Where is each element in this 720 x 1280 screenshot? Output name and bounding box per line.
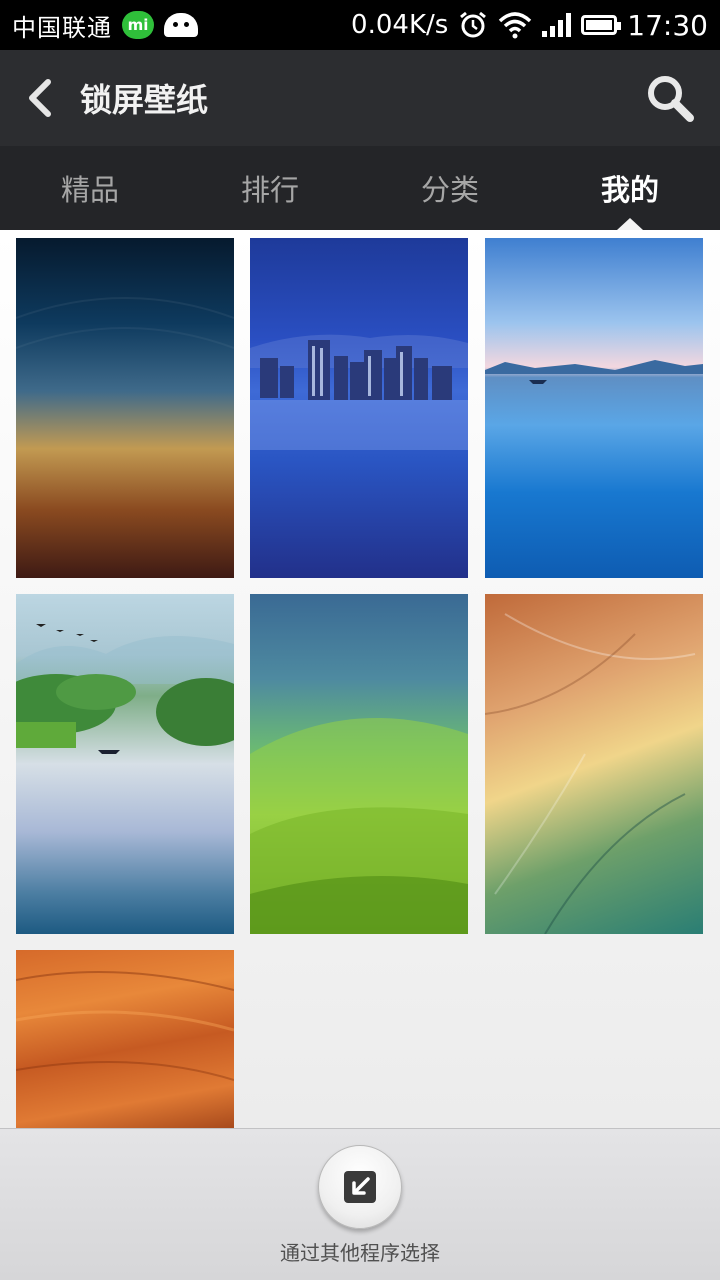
- status-left: 中国联通 mi: [12, 8, 198, 43]
- city-skyline-art: [250, 334, 468, 450]
- status-bar: 中国联通 mi 0.04K/s 17:30: [0, 0, 720, 50]
- search-icon: [648, 76, 694, 122]
- wallpaper-thumbnail[interactable]: [250, 594, 468, 934]
- wallpaper-thumbnail[interactable]: [485, 238, 703, 578]
- select-from-app-icon: [344, 1171, 376, 1203]
- tab-bar: 精品 排行 分类 我的: [0, 146, 720, 230]
- wood-grain-art: [16, 971, 234, 1081]
- signal-icon: [542, 13, 572, 37]
- wallpaper-thumbnail[interactable]: [16, 950, 234, 1128]
- net-speed: 0.04K/s: [351, 10, 449, 40]
- wallpaper-grid: [0, 230, 720, 1128]
- lake-boat-art: [485, 360, 703, 384]
- status-right: 0.04K/s 17:30: [351, 9, 708, 42]
- android-icon: [164, 13, 198, 37]
- feathers-art: [485, 613, 696, 934]
- battery-icon: [581, 15, 622, 35]
- mi-chat-icon: mi: [122, 11, 154, 39]
- misty-river-art: [16, 624, 234, 754]
- back-chevron-icon: [29, 79, 51, 117]
- green-hills-art: [250, 718, 468, 934]
- wallpaper-thumbnail[interactable]: [16, 238, 234, 578]
- clock: 17:30: [627, 8, 708, 42]
- back-button[interactable]: [0, 50, 80, 146]
- tab-category[interactable]: 分类: [360, 146, 540, 230]
- tab-featured[interactable]: 精品: [0, 146, 180, 230]
- select-from-other-app-label: 通过其他程序选择: [280, 1241, 440, 1265]
- tab-ranking[interactable]: 排行: [180, 146, 360, 230]
- wallpaper-thumbnail[interactable]: [16, 594, 234, 934]
- carrier-name: 中国联通: [12, 13, 112, 42]
- select-from-other-app-button[interactable]: [318, 1145, 402, 1229]
- wifi-icon: [499, 12, 532, 39]
- bottom-bar: 通过其他程序选择: [0, 1128, 720, 1280]
- tab-mine[interactable]: 我的: [540, 146, 720, 230]
- dusk-ripple-art: [16, 297, 234, 349]
- alarm-icon: [460, 11, 487, 38]
- wallpaper-thumbnail[interactable]: [250, 238, 468, 578]
- search-button[interactable]: [620, 50, 720, 146]
- action-bar: 锁屏壁纸: [0, 50, 720, 146]
- wallpaper-thumbnail[interactable]: [485, 594, 703, 934]
- page-title: 锁屏壁纸: [80, 81, 209, 119]
